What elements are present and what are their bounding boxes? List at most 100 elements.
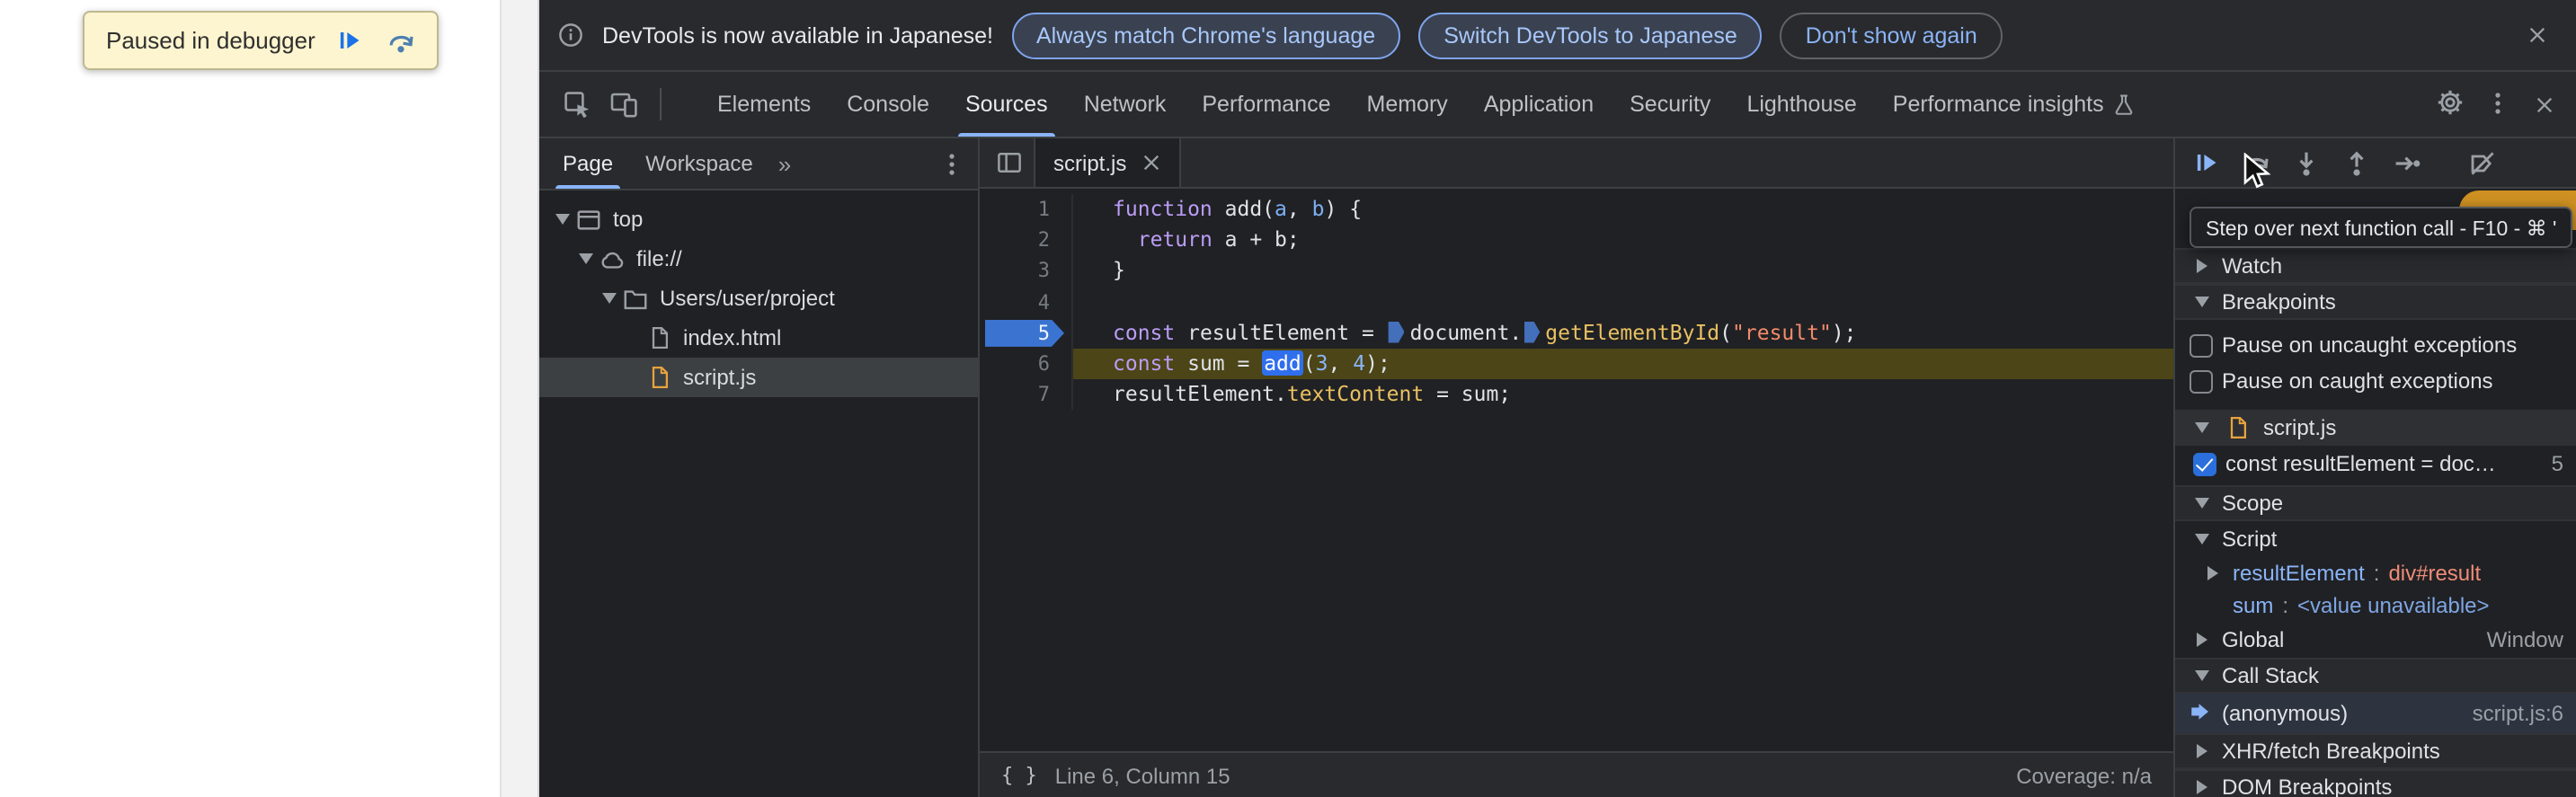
line-number-text: 4	[1037, 290, 1050, 314]
breakpoint-entry[interactable]: const resultElement = doc… 5	[2175, 446, 2576, 482]
section-dom-breakpoints[interactable]: DOM Breakpoints	[2175, 769, 2576, 797]
step-into-icon[interactable]	[2283, 141, 2330, 184]
triangle-collapsed-icon[interactable]	[2196, 633, 2207, 647]
triangle-expanded-icon[interactable]	[555, 214, 569, 225]
editor-tab-scriptjs[interactable]: script.js	[1034, 138, 1181, 187]
tree-item-label: Users/user/project	[660, 286, 835, 311]
triangle-collapsed-icon[interactable]	[2196, 780, 2207, 794]
section-breakpoints[interactable]: Breakpoints	[2175, 284, 2576, 320]
triangle-expanded-icon[interactable]	[2194, 670, 2208, 681]
triangle-collapsed-icon[interactable]	[2196, 259, 2207, 273]
tab-performance[interactable]: Performance	[1184, 72, 1348, 137]
toolbar-divider	[660, 88, 662, 120]
kebab-icon[interactable]	[2474, 81, 2520, 128]
triangle-collapsed-icon[interactable]	[2196, 744, 2207, 758]
section-call-stack[interactable]: Call Stack	[2175, 658, 2576, 694]
tree-item-users-user-project[interactable]: Users/user/project	[539, 279, 978, 318]
inspect-icon[interactable]	[554, 81, 600, 128]
breakpoint-line-number: 5	[2551, 451, 2563, 476]
code-line-content[interactable]: const sum = add (3, 4);	[1073, 348, 2173, 380]
close-icon[interactable]	[2520, 83, 2567, 129]
checkbox[interactable]	[2190, 333, 2213, 357]
switch-to-japanese-button[interactable]: Switch DevTools to Japanese	[1418, 12, 1763, 58]
variable-resultelement[interactable]: resultElement: div#result	[2175, 557, 2576, 589]
expander	[2200, 566, 2224, 580]
line-number[interactable]: 1	[980, 194, 1073, 226]
step-icon[interactable]	[2384, 141, 2430, 184]
tab-lighthouse[interactable]: Lighthouse	[1728, 72, 1874, 137]
line-number[interactable]: 3	[980, 255, 1073, 288]
editor-tab-close-icon[interactable]	[1139, 150, 1164, 175]
code-line-content[interactable]: const resultElement = document. getElemen…	[1073, 318, 2173, 349]
tab-elements[interactable]: Elements	[699, 72, 829, 137]
triangle-expanded-icon[interactable]	[2194, 498, 2208, 509]
resume-script-button[interactable]	[332, 22, 368, 58]
tab-network[interactable]: Network	[1066, 72, 1185, 137]
tab-console[interactable]: Console	[829, 72, 947, 137]
line-number[interactable]: 4	[980, 287, 1073, 318]
triangle-expanded-icon[interactable]	[2194, 422, 2208, 433]
checkbox[interactable]	[2190, 369, 2213, 393]
triangle-expanded-icon[interactable]	[2194, 534, 2208, 545]
always-match-language-button[interactable]: Always match Chrome's language	[1011, 12, 1401, 58]
code-line-content[interactable]	[1073, 287, 2173, 317]
page-scrollbar[interactable]	[500, 0, 539, 797]
tree-item-file[interactable]: file://	[539, 239, 978, 279]
frame-function-name: (anonymous)	[2222, 701, 2349, 726]
checkbox-row-pause-on-caught-exceptions[interactable]: Pause on caught exceptions	[2175, 363, 2576, 399]
breakpoint-file-group[interactable]: script.js	[2175, 410, 2576, 446]
navigator-menu-kebab-icon[interactable]	[931, 144, 971, 183]
tab-application[interactable]: Application	[1466, 72, 1612, 137]
tree-item-script-js[interactable]: script.js	[539, 358, 978, 397]
gear-icon[interactable]	[2427, 80, 2474, 127]
sources-navigator-pane: Page Workspace » top file:// Users/user/pro…	[539, 138, 980, 797]
section-scope[interactable]: Scope	[2175, 485, 2576, 521]
device-toolbar-icon[interactable]	[600, 81, 647, 128]
call-stack-frame[interactable]: (anonymous) script.js:6	[2175, 694, 2576, 733]
tab-sources[interactable]: Sources	[947, 72, 1066, 137]
deactivate-breakpoints-icon[interactable]	[2459, 141, 2506, 184]
code-line-content[interactable]: resultElement.textContent = sum;	[1073, 379, 2173, 410]
line-number[interactable]: 7	[980, 379, 1073, 411]
scope-global[interactable]: Global Window	[2175, 622, 2576, 658]
scope-script[interactable]: Script	[2175, 521, 2576, 557]
navigator-tab-page[interactable]: Page	[546, 138, 629, 189]
tab-memory[interactable]: Memory	[1349, 72, 1466, 137]
code-line-content[interactable]: }	[1073, 256, 2173, 287]
resume-icon[interactable]	[2182, 141, 2229, 184]
section-xhr-fetch-breakpoints[interactable]: XHR/fetch Breakpoints	[2175, 733, 2576, 769]
active-frame-arrow-icon	[2190, 700, 2213, 727]
tab-security[interactable]: Security	[1612, 72, 1728, 137]
triangle-expanded-icon[interactable]	[578, 253, 592, 264]
dont-show-again-button[interactable]: Don't show again	[1780, 12, 2003, 58]
triangle-expanded-icon[interactable]	[601, 293, 616, 304]
tab-performance-insights[interactable]: Performance insights	[1875, 72, 2154, 137]
tree-item-top[interactable]: top	[539, 199, 978, 239]
inline-breakpoint-marker[interactable]	[1523, 321, 1541, 343]
code-editor[interactable]: 1 function add(a, b) {2 return a + b; 3} 4 5…	[980, 189, 2173, 751]
inline-breakpoint-marker[interactable]	[1388, 321, 1405, 343]
code-line-content[interactable]: return a + b;	[1073, 225, 2173, 255]
tree-item-index-html[interactable]: index.html	[539, 318, 978, 358]
scope-value-hint: Window	[2486, 627, 2563, 652]
line-number[interactable]: 6	[980, 348, 1073, 380]
triangle-expanded-icon[interactable]	[2194, 297, 2208, 307]
triangle-collapsed-icon[interactable]	[2207, 566, 2217, 580]
checkbox-row-pause-on-uncaught-exceptions[interactable]: Pause on uncaught exceptions	[2175, 327, 2576, 363]
code-line-content[interactable]: function add(a, b) {	[1073, 194, 2173, 225]
breakpoint-marker[interactable]: 5	[980, 317, 1073, 349]
section-watch[interactable]: Watch	[2175, 248, 2576, 284]
line-number[interactable]: 2	[980, 225, 1073, 256]
pretty-print-icon[interactable]: { }	[1001, 764, 1037, 787]
step-over-button-overlay[interactable]	[384, 22, 420, 58]
navigator-tab-label: Workspace	[645, 151, 753, 176]
breakpoint-checkbox[interactable]	[2193, 452, 2216, 475]
step-out-icon[interactable]	[2333, 141, 2380, 184]
info-icon	[557, 22, 584, 49]
code-token: getElementById	[1545, 319, 1720, 345]
more-tabs-icon[interactable]: »	[769, 150, 800, 177]
infobar-close-icon[interactable]	[2513, 12, 2560, 58]
navigator-tab-workspace[interactable]: Workspace	[629, 138, 769, 189]
navigator-toggle-icon[interactable]	[987, 141, 1030, 184]
variable-sum[interactable]: sum: <value unavailable>	[2175, 589, 2576, 622]
